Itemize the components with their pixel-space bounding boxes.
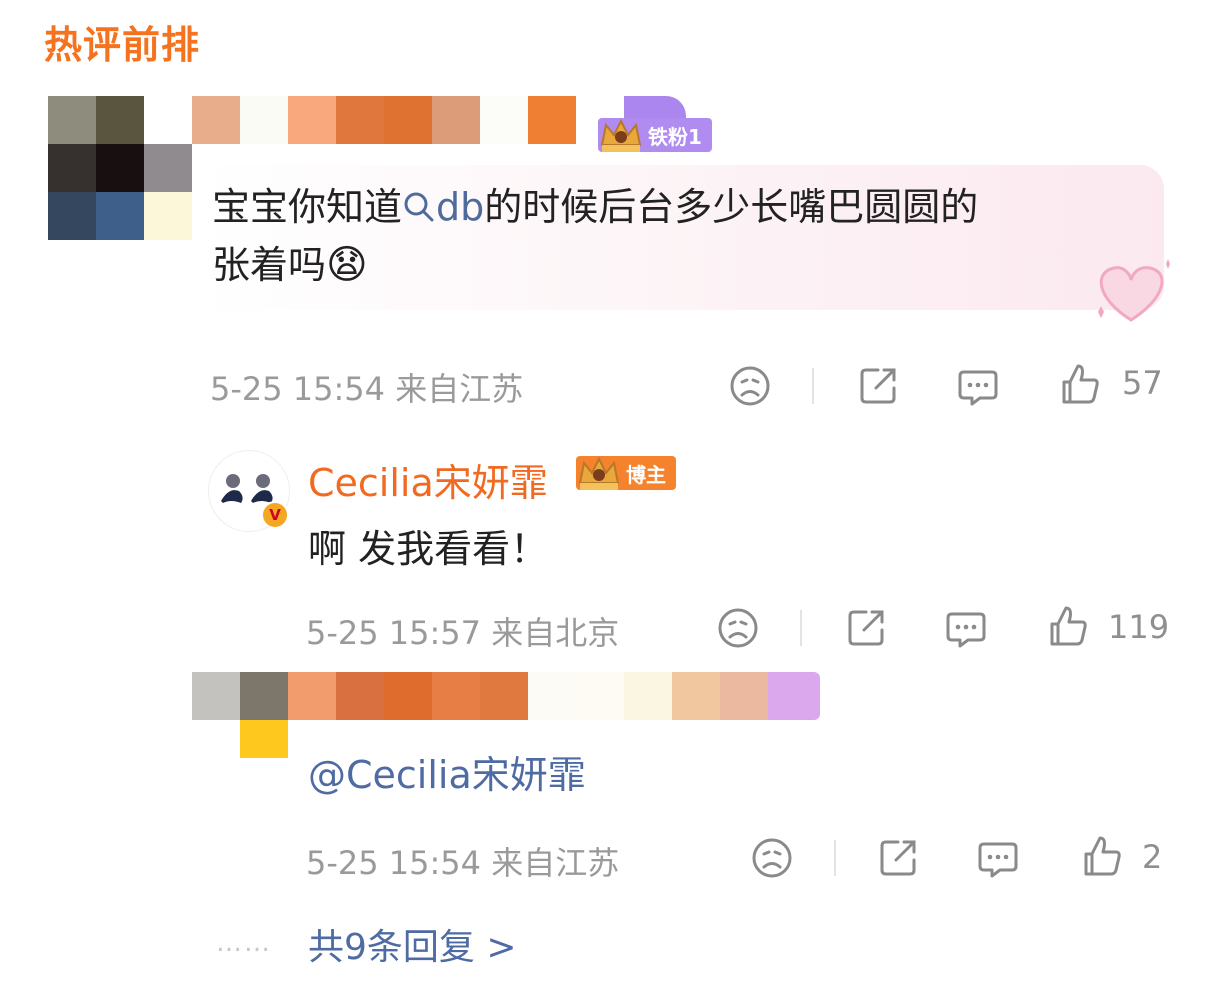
topic-link[interactable]: db: [402, 185, 484, 229]
badge-label: 铁粉1: [648, 124, 702, 149]
sad-face-icon[interactable]: [750, 836, 794, 880]
comment-meta: 5-25 15:54 来自江苏: [210, 370, 524, 408]
divider: [812, 368, 814, 404]
badge-label: 博主: [626, 462, 666, 487]
sad-face-icon[interactable]: [728, 364, 772, 408]
share-icon[interactable]: [876, 836, 920, 880]
comment-meta: 5-25 15:54 来自江苏: [306, 844, 620, 882]
share-icon[interactable]: [856, 364, 900, 408]
verified-badge: V: [261, 501, 289, 529]
mention-link[interactable]: @Cecilia宋妍霏: [308, 746, 586, 804]
like-count: 119: [1108, 608, 1170, 646]
share-icon[interactable]: [844, 606, 888, 650]
divider: [800, 610, 802, 646]
sad-face-icon[interactable]: [716, 606, 760, 650]
fan-badge[interactable]: 铁粉1: [598, 118, 712, 152]
avatar[interactable]: [192, 720, 288, 758]
comment-icon[interactable]: [976, 836, 1020, 880]
section-title: 热评前排: [44, 23, 201, 67]
like-count: 57: [1122, 364, 1163, 402]
divider: [834, 840, 836, 876]
avatar[interactable]: [48, 96, 192, 240]
search-icon: [404, 192, 434, 222]
more-replies-link[interactable]: 共9条回复 >: [308, 918, 517, 970]
thumbs-up-icon[interactable]: [1046, 604, 1090, 648]
comment-icon[interactable]: [944, 606, 988, 650]
comment-icon[interactable]: [956, 364, 1000, 408]
thumbs-up-icon[interactable]: [1080, 834, 1124, 878]
user-name[interactable]: Cecilia宋妍霏: [308, 452, 548, 507]
anguished-face-icon: 😧: [326, 242, 368, 288]
like-count: 2: [1142, 838, 1163, 876]
thumbs-up-icon[interactable]: [1058, 362, 1102, 406]
more-dots: ……: [216, 928, 272, 958]
comment-text: 啊 发我看看！: [308, 527, 549, 571]
user-name-blurred[interactable]: [192, 672, 820, 720]
comment-meta: 5-25 15:57 来自北京: [306, 614, 620, 652]
crown-icon: [600, 118, 642, 152]
host-badge[interactable]: 博主: [576, 456, 676, 490]
crown-icon: [578, 456, 620, 490]
host-avatar[interactable]: V: [208, 450, 290, 532]
comment-text: 宝宝你知道 db的时候后台多少长嘴巴圆圆的 张着吗😧: [212, 185, 979, 288]
